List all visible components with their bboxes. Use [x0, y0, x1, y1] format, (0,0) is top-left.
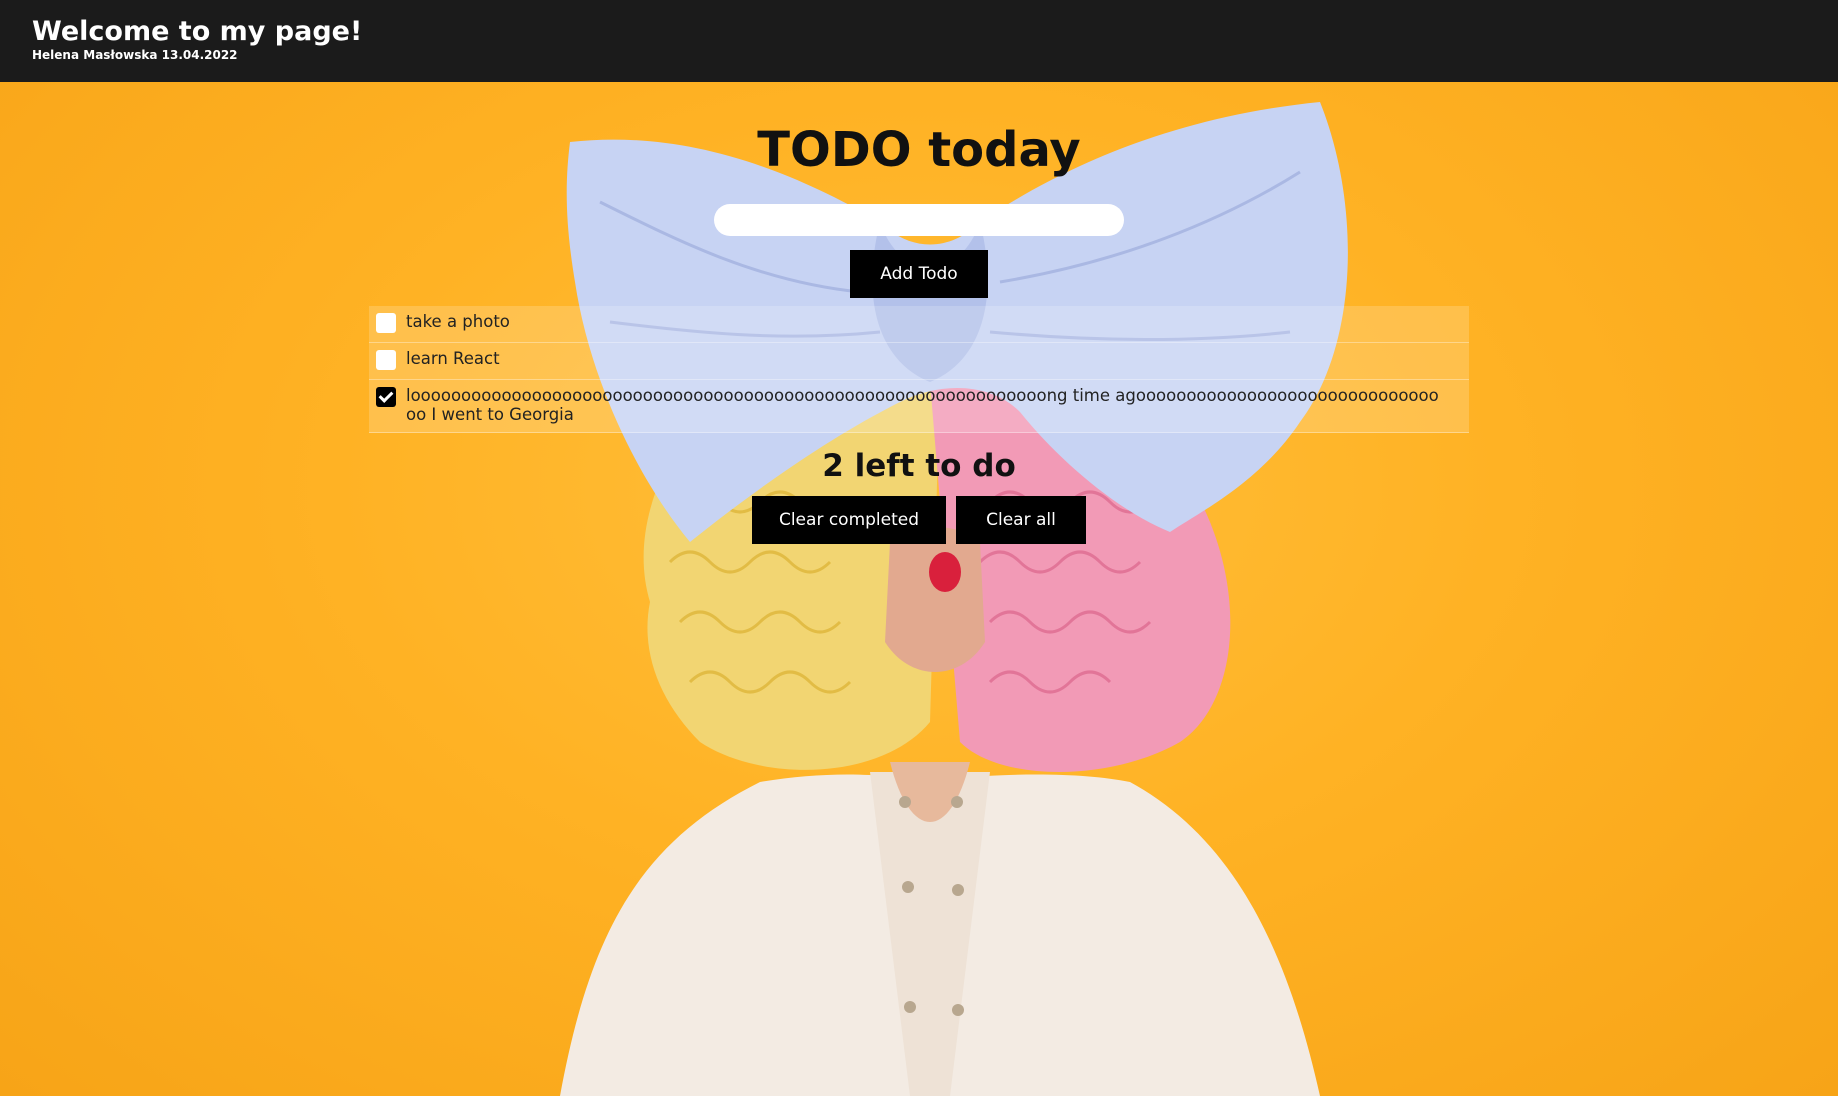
- clear-completed-button[interactable]: Clear completed: [752, 496, 946, 544]
- checkbox-unchecked-icon[interactable]: [376, 350, 396, 370]
- todo-item-text: learn React: [406, 349, 500, 368]
- page-header: Welcome to my page! Helena Masłowska 13.…: [0, 0, 1838, 82]
- add-todo-button[interactable]: Add Todo: [850, 250, 988, 298]
- author-date: Helena Masłowska 13.04.2022: [32, 48, 238, 62]
- todo-list: take a photo learn React loooooooooooooo…: [369, 306, 1469, 433]
- todo-input[interactable]: [714, 204, 1124, 236]
- checkbox-checked-icon[interactable]: [376, 387, 396, 407]
- todo-heading: TODO today: [757, 122, 1081, 178]
- remaining-count: 2 left to do: [822, 448, 1016, 484]
- todo-item-text: looooooooooooooooooooooooooooooooooooooo…: [406, 386, 1439, 424]
- clear-all-button[interactable]: Clear all: [956, 496, 1086, 544]
- page-title: Welcome to my page!: [32, 16, 363, 47]
- todo-item-text: take a photo: [406, 312, 510, 331]
- todo-item[interactable]: learn React: [369, 343, 1469, 380]
- checkbox-unchecked-icon[interactable]: [376, 313, 396, 333]
- todo-item[interactable]: looooooooooooooooooooooooooooooooooooooo…: [369, 380, 1469, 433]
- todo-item[interactable]: take a photo: [369, 306, 1469, 343]
